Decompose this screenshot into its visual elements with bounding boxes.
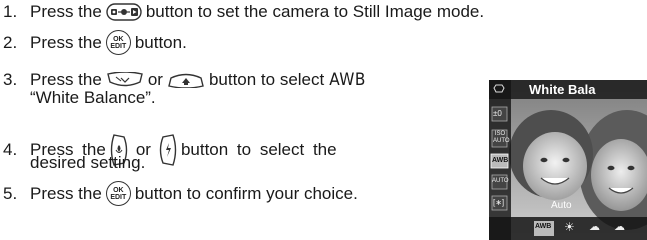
current-setting-label: Auto xyxy=(551,200,572,211)
sunny-icon: ☀ xyxy=(564,220,575,234)
iso-icon: ISO AUTO xyxy=(493,131,510,144)
cloudy-icon: ☁ xyxy=(589,221,600,233)
right-button-icon xyxy=(159,133,177,167)
metering-icon: [∗] xyxy=(493,198,505,207)
ev-icon: ±0 xyxy=(493,109,502,118)
down-button-icon xyxy=(106,72,144,88)
step-number: 2. xyxy=(3,32,18,52)
step-text: Press the xyxy=(30,32,102,52)
step-text: or xyxy=(147,70,163,89)
awb-option-icon: AWB xyxy=(535,223,552,230)
step-text: button. xyxy=(134,32,187,52)
step-number: 3. xyxy=(3,70,18,89)
ok-edit-button-icon: OK EDIT xyxy=(105,181,131,206)
step-text: Press the xyxy=(30,70,102,89)
camera-screen-preview: White Bala ±0 ISO AUTO AWB AUTO [∗] Auto… xyxy=(489,80,647,240)
ok-edit-button-icon: OK EDIT xyxy=(105,30,131,55)
camera-photo xyxy=(489,80,647,240)
step-1: 1. Press the button to set the camera to… xyxy=(3,2,484,22)
step-number: 4. xyxy=(3,140,18,159)
step-text: button to select the xyxy=(180,140,337,159)
screen-title: White Bala xyxy=(529,82,596,97)
mode-button-icon xyxy=(106,3,142,21)
awb-menu-icon: AWB xyxy=(492,157,509,164)
auto-icon: AUTO xyxy=(492,178,509,184)
step-text: Press the xyxy=(30,183,102,203)
step-number: 5. xyxy=(3,183,18,203)
step-number: 1. xyxy=(3,2,18,21)
step-2: 2. Press the OK EDIT button. xyxy=(3,30,187,55)
shade-icon: ☁ xyxy=(614,221,625,233)
up-button-icon xyxy=(167,72,205,88)
step-4-continued: desired setting. xyxy=(30,153,146,172)
step-3-continued: “White Balance”. xyxy=(30,88,156,107)
step-text: button to select xyxy=(208,70,325,89)
step-text: button to confirm your choice. xyxy=(134,183,358,203)
step-3: 3. Press the or button to select AWB xyxy=(3,70,366,90)
step-5: 5. Press the OK EDIT button to confirm yo… xyxy=(3,181,358,206)
step-text: Press the xyxy=(30,2,102,21)
awb-label: AWB xyxy=(329,70,366,90)
step-text: button to set the camera to Still Image … xyxy=(145,2,485,21)
